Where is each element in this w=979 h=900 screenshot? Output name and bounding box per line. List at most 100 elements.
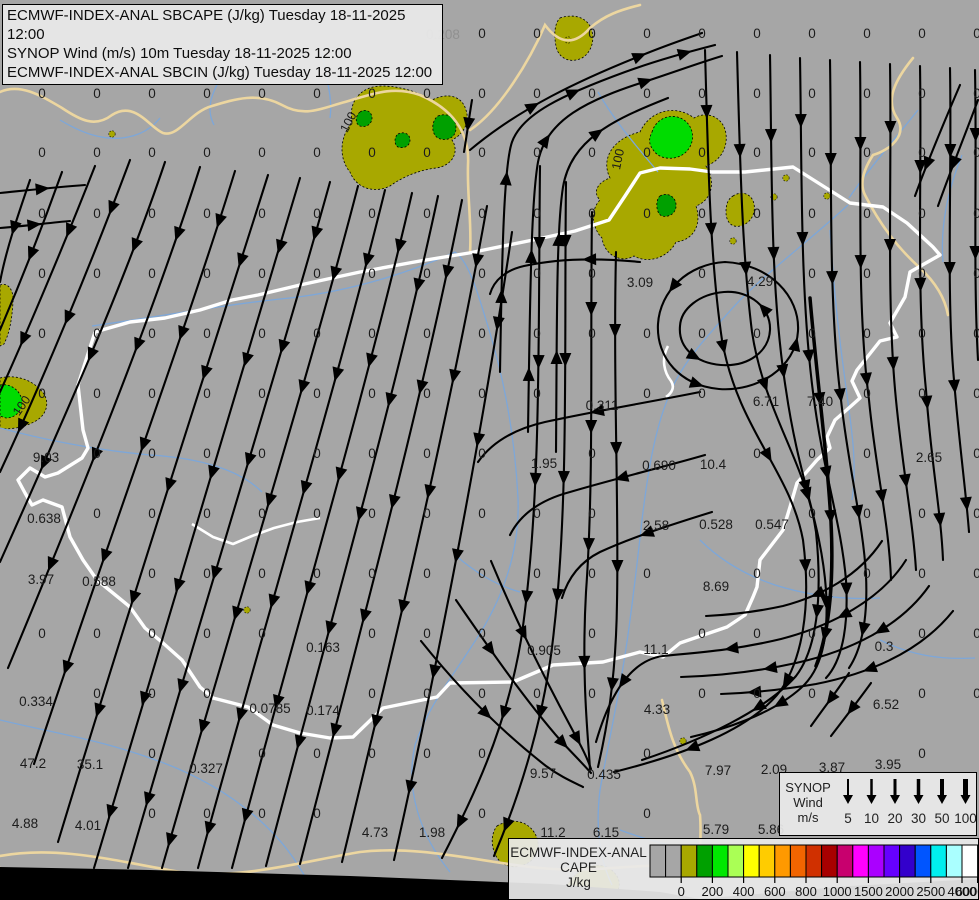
streamline-arrow-icon xyxy=(582,253,597,266)
cin-zero-label: 0 xyxy=(313,86,321,101)
streamline-arrow-icon xyxy=(529,472,542,487)
wind-streamline xyxy=(560,510,714,600)
cin-value-label: 0.905 xyxy=(527,643,561,658)
cin-zero-label: 0 xyxy=(148,206,156,221)
streamline-arrow-icon xyxy=(178,324,190,341)
colorbar-cell xyxy=(867,844,885,878)
streamline-arrow-icon xyxy=(198,718,211,734)
streamline-arrow-icon xyxy=(385,392,398,408)
streamline-arrow-icon xyxy=(398,599,411,615)
cin-value-label: 35.1 xyxy=(77,757,103,772)
streamline-arrow-icon xyxy=(101,547,113,564)
colorbar-tick-label: 600 xyxy=(764,884,786,899)
streamline-arrow-icon xyxy=(585,301,598,316)
colorbar-cell xyxy=(711,844,729,878)
river xyxy=(0,719,311,886)
cin-zero-label: 0 xyxy=(973,506,979,521)
cape-dot xyxy=(108,130,116,138)
cin-zero-label: 0 xyxy=(203,266,211,281)
cin-zero-label: 0 xyxy=(423,86,431,101)
cin-zero-label: 0 xyxy=(643,386,651,401)
streamline-arrow-icon xyxy=(884,120,897,135)
cin-zero-label: 0 xyxy=(533,26,541,41)
cin-zero-label: 0 xyxy=(643,806,651,821)
cin-zero-label: 0 xyxy=(478,506,486,521)
streamline-arrow-icon xyxy=(794,113,807,128)
cin-zero-label: 0 xyxy=(918,566,926,581)
streamline-arrow-icon xyxy=(788,337,801,353)
streamline-arrow-icon xyxy=(568,730,581,746)
cin-zero-label: 0 xyxy=(753,566,761,581)
country-border xyxy=(861,56,950,317)
cin-zero-label: 0 xyxy=(808,506,816,521)
cin-zero-label: 0 xyxy=(368,206,376,221)
wind-speed-legend: SYNOP Wind m/s 5 10 20 30 50 100 xyxy=(779,772,977,836)
streamline-arrow-icon xyxy=(232,605,244,621)
cin-zero-label: 0 xyxy=(148,145,156,160)
cin-zero-label: 0 xyxy=(698,626,706,641)
cin-zero-label: 0 xyxy=(148,446,156,461)
wind-streamline xyxy=(440,164,542,860)
colorbar-cell xyxy=(727,844,745,878)
streamline-arrow-icon xyxy=(767,246,780,261)
colorbar-cell xyxy=(899,844,916,878)
streamline-arrow-icon xyxy=(47,556,59,572)
cin-zero-label: 0 xyxy=(863,326,871,341)
wind-streamline xyxy=(126,180,332,870)
cin-zero-label: 0 xyxy=(93,626,101,641)
cin-zero-label: 0 xyxy=(93,506,101,521)
cin-zero-label: 0 xyxy=(863,566,871,581)
streamline-arrow-icon xyxy=(429,664,442,679)
colorbar-tick-label: 1500 xyxy=(854,884,883,899)
streamline-arrow-icon xyxy=(366,352,378,368)
streamline-arrow-icon xyxy=(522,367,535,382)
streamline-arrow-icon xyxy=(840,582,853,597)
cin-zero-label: 0 xyxy=(313,206,321,221)
streamline-arrow-icon xyxy=(759,446,772,462)
streamline-arrow-icon xyxy=(424,483,437,499)
cin-value-label: 9.03 xyxy=(33,450,59,465)
colorbar-cell xyxy=(696,844,713,878)
cin-zero-label: 0 xyxy=(203,686,211,701)
streamline-arrow-icon xyxy=(62,659,75,675)
cin-zero-label: 0 xyxy=(643,566,651,581)
cin-zero-label: 0 xyxy=(148,86,156,101)
cin-zero-label: 0 xyxy=(478,446,486,461)
colorbar-tick-label: 2000 xyxy=(885,884,914,899)
wind-streamline xyxy=(0,160,167,564)
cin-zero-label: 0 xyxy=(478,145,486,160)
lake-outline xyxy=(191,516,321,546)
cin-zero-label: 0 xyxy=(973,206,979,221)
cin-zero-label: 0 xyxy=(698,86,706,101)
colorbar-cell xyxy=(930,844,947,878)
cin-zero-label: 0 xyxy=(533,506,541,521)
cin-zero-label: 0 xyxy=(478,326,486,341)
cin-zero-label: 0 xyxy=(203,326,211,341)
streamline-arrow-icon xyxy=(304,580,317,596)
cin-zero-label: 0 xyxy=(148,506,156,521)
cape-legend-label: ECMWF-INDEX-ANAL CAPE J/kg xyxy=(509,839,648,899)
cin-zero-label: 0 xyxy=(258,266,266,281)
cin-zero-label: 0 xyxy=(973,145,979,160)
wind-streamline xyxy=(936,98,979,208)
cin-zero-label: 0 xyxy=(808,26,816,41)
cin-zero-label: 0 xyxy=(93,686,101,701)
streamline-arrow-icon xyxy=(969,245,979,260)
cin-zero-label: 0 xyxy=(313,806,321,821)
cape-area xyxy=(725,192,755,227)
streamline-arrow-icon xyxy=(947,379,960,394)
cin-zero-label: 0 xyxy=(258,145,266,160)
title-line-sbcin: ECMWF-INDEX-ANAL SBCIN (J/kg) Tuesday 18… xyxy=(7,64,433,81)
streamline-arrow-icon xyxy=(515,625,527,641)
cin-value-label: 1.98 xyxy=(419,825,445,840)
streamline-arrow-icon xyxy=(242,351,254,367)
cin-zero-label: 0 xyxy=(313,566,321,581)
wind-streamline xyxy=(948,66,971,534)
wind-speed-value: 20 xyxy=(887,811,902,826)
cin-zero-label: 0 xyxy=(93,386,101,401)
streamline-arrow-icon xyxy=(764,128,777,143)
cin-zero-label: 0 xyxy=(423,386,431,401)
cin-zero-label: 0 xyxy=(918,86,926,101)
value-labels: 0 0 0 0 0 0 0 0 0 0 0 0 0 0 0 0 0 0 0 0 0 0 0 0 0 0 0 0 0 0 0 0 0 0 0 0 0 0 0 0… xyxy=(10,26,979,840)
cin-zero-label: 0 xyxy=(313,506,321,521)
